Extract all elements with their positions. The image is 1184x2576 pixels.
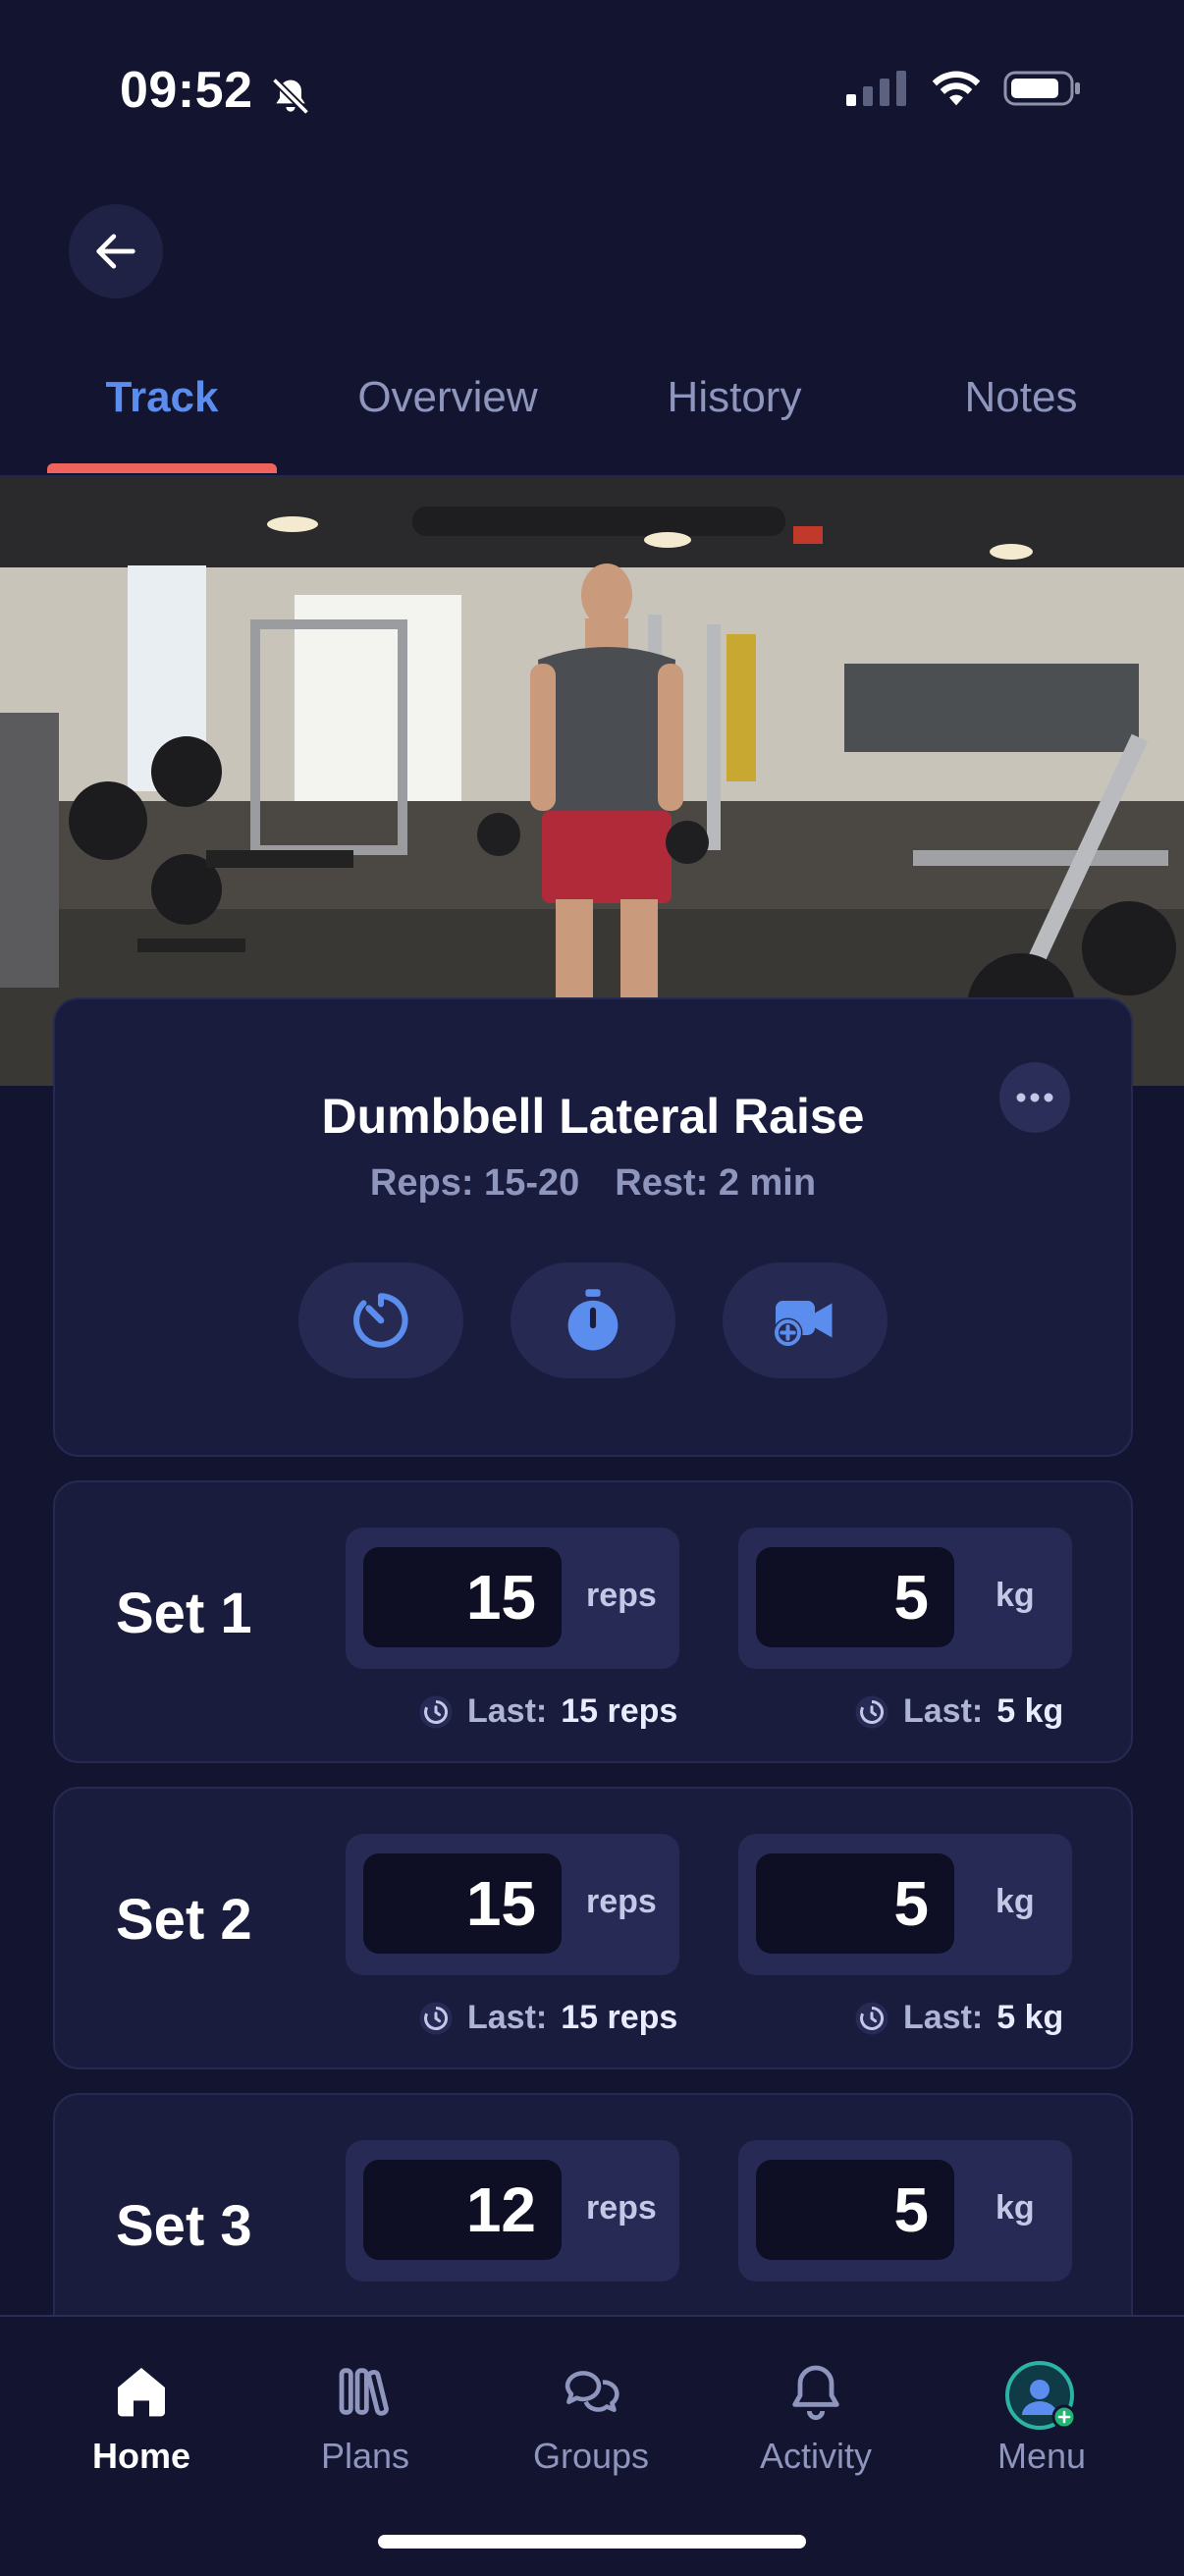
bell-icon (792, 2365, 839, 2421)
signal-icon (846, 71, 906, 106)
weight-unit: kg (996, 2189, 1035, 2227)
weight-field[interactable]: 5 kg (738, 1834, 1072, 1975)
status-icons (846, 69, 1082, 108)
tab-notes[interactable]: Notes (903, 373, 1139, 422)
reps-unit: reps (586, 1883, 657, 1920)
history-icon (855, 2002, 888, 2034)
nav-groups[interactable]: Groups (493, 2360, 689, 2477)
wifi-icon (932, 71, 981, 106)
silent-bell-icon (271, 77, 310, 116)
more-options-button[interactable] (999, 1062, 1070, 1133)
weight-unit: kg (996, 1883, 1035, 1920)
exercise-meta: Reps: 15-20 Rest: 2 min (55, 1162, 1131, 1205)
nav-label: Home (91, 2436, 191, 2476)
reps-input[interactable]: 15 (363, 1547, 562, 1647)
exercise-card: Dumbbell Lateral Raise Reps: 15-20 Rest: … (53, 997, 1133, 1457)
last-weight: Last: 5 kg (854, 1692, 1063, 1731)
exercise-video[interactable] (0, 477, 1184, 1086)
add-video-button[interactable] (723, 1262, 888, 1378)
last-label: Last: (467, 1999, 548, 2036)
back-button[interactable] (69, 204, 163, 298)
nav-label: Groups (532, 2436, 650, 2476)
last-weight-value: 5 kg (996, 1692, 1064, 1730)
video-add-icon (773, 1301, 833, 1348)
reps-field[interactable]: 15 reps (346, 1528, 679, 1669)
stopwatch-icon (567, 1289, 619, 1351)
set-label: Set 1 (116, 1582, 252, 1645)
timer-dial-icon (353, 1293, 408, 1348)
weight-input[interactable]: 5 (756, 2160, 954, 2260)
last-label: Last: (903, 1999, 984, 2036)
reps-unit: reps (586, 2189, 657, 2227)
tab-overview[interactable]: Overview (330, 373, 565, 422)
nav-activity[interactable]: Activity (718, 2360, 914, 2477)
nav-label: Plans (320, 2436, 410, 2476)
last-label: Last: (903, 1692, 984, 1730)
reps-input[interactable]: 12 (363, 2160, 562, 2260)
history-icon (419, 1695, 453, 1728)
stopwatch-button[interactable] (511, 1262, 675, 1378)
arrow-left-icon (96, 234, 135, 269)
reps-unit: reps (586, 1577, 657, 1614)
set-card: Set 1 15 reps 5 kg Last: 15 reps Last: 5 k… (53, 1480, 1133, 1763)
reps-field[interactable]: 15 reps (346, 1834, 679, 1975)
last-weight-value: 5 kg (996, 1999, 1064, 2036)
avatar-icon (1005, 2361, 1077, 2430)
exercise-title: Dumbbell Lateral Raise (321, 1089, 865, 1144)
last-reps-value: 15 reps (561, 1692, 678, 1730)
home-icon (118, 2368, 165, 2417)
exercise-reps: Reps: 15-20 (369, 1162, 580, 1204)
tab-history[interactable]: History (619, 373, 850, 422)
active-tab-indicator (47, 463, 277, 473)
ellipsis-icon (1016, 1093, 1053, 1102)
set-label: Set 3 (116, 2194, 252, 2258)
exercise-rest: Rest: 2 min (615, 1162, 817, 1204)
plans-icon (339, 2368, 389, 2416)
status-time: 09:52 (120, 62, 253, 119)
tab-bar: Track Overview History Notes (0, 361, 1184, 477)
reps-input[interactable]: 15 (363, 1853, 562, 1954)
weight-input[interactable]: 5 (756, 1547, 954, 1647)
weight-unit: kg (996, 1577, 1035, 1614)
nav-label: Menu (996, 2436, 1087, 2476)
tab-track[interactable]: Track (47, 373, 277, 422)
nav-plans[interactable]: Plans (267, 2360, 463, 2477)
gym-scene-image (0, 477, 1184, 1086)
weight-field[interactable]: 5 kg (738, 1528, 1072, 1669)
nav-label: Activity (759, 2436, 872, 2476)
nav-menu[interactable]: Menu (943, 2360, 1140, 2477)
set-label: Set 2 (116, 1888, 252, 1952)
last-label: Last: (467, 1692, 548, 1730)
last-weight: Last: 5 kg (854, 1999, 1063, 2037)
last-reps: Last: 15 reps (418, 1999, 677, 2037)
battery-icon (1003, 71, 1080, 106)
last-reps-value: 15 reps (561, 1999, 678, 2036)
set-card: Set 2 15 reps 5 kg Last: 15 reps Last: 5 k… (53, 1787, 1133, 2069)
history-icon (419, 2002, 453, 2034)
home-indicator (378, 2535, 806, 2549)
last-reps: Last: 15 reps (418, 1692, 677, 1731)
weight-field[interactable]: 5 kg (738, 2140, 1072, 2281)
weight-input[interactable]: 5 (756, 1853, 954, 1954)
chat-bubbles-icon (565, 2371, 619, 2412)
rest-timer-button[interactable] (298, 1262, 463, 1378)
history-icon (855, 1695, 888, 1728)
reps-field[interactable]: 12 reps (346, 2140, 679, 2281)
nav-home[interactable]: Home (43, 2360, 240, 2477)
